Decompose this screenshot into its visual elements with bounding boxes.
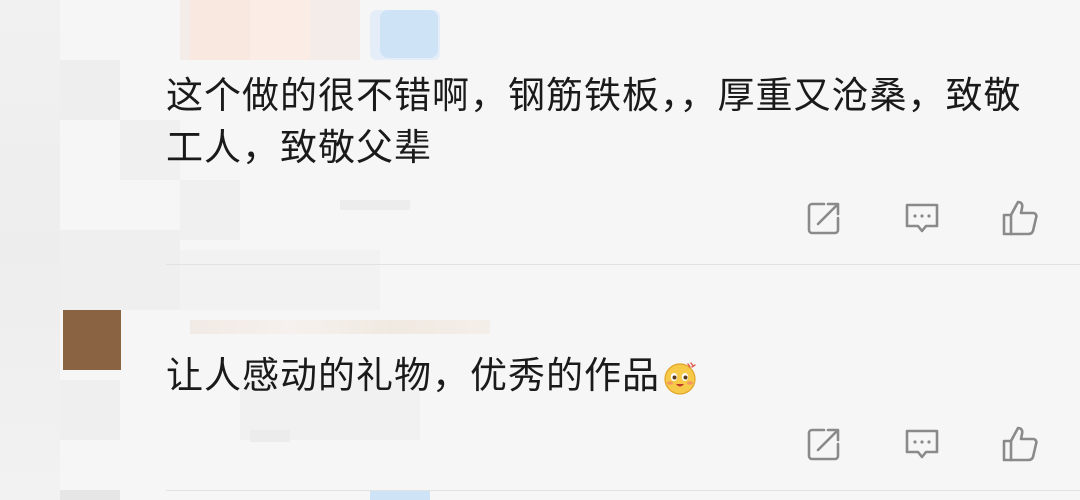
blurred-region <box>250 0 310 60</box>
blurred-timestamp <box>250 430 290 442</box>
blurred-region <box>60 230 180 310</box>
blurred-username <box>190 320 490 334</box>
comment-text-body: 让人感动的礼物，优秀的作品 <box>166 354 660 397</box>
divider <box>166 264 1080 265</box>
comment-actions <box>804 198 1040 238</box>
comment-text: 这个做的很不错啊，钢筋铁板，，厚重又沧桑，致敬工人，致敬父辈 <box>166 74 1022 169</box>
blurred-region <box>380 10 438 58</box>
blurred-region <box>370 490 430 500</box>
comment-icon[interactable] <box>902 424 942 464</box>
divider <box>166 490 1080 491</box>
share-icon[interactable] <box>804 424 844 464</box>
smiley-sticker-icon <box>664 361 696 395</box>
comment-text: 让人感动的礼物，优秀的作品 <box>166 350 1046 402</box>
blurred-timestamp <box>340 200 410 210</box>
comment-actions <box>804 424 1040 464</box>
thumbs-up-icon[interactable] <box>1000 424 1040 464</box>
blurred-region <box>0 0 60 500</box>
share-icon[interactable] <box>804 198 844 238</box>
blurred-region <box>60 490 120 500</box>
blurred-region <box>180 250 380 310</box>
blurred-region <box>60 60 120 120</box>
blurred-region <box>180 180 240 240</box>
blurred-region <box>60 380 120 440</box>
comment-icon[interactable] <box>902 198 942 238</box>
avatar[interactable] <box>63 310 121 370</box>
thumbs-up-icon[interactable] <box>1000 198 1040 238</box>
blurred-region <box>190 0 250 60</box>
